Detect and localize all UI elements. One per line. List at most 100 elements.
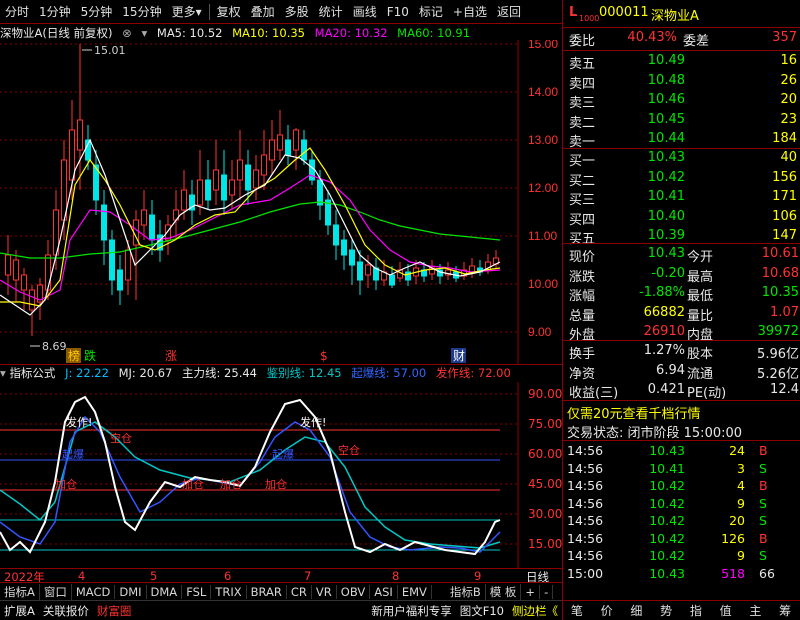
mark-button[interactable]: 标记 bbox=[414, 0, 448, 24]
promo-row[interactable]: 仅需20元查看千档行情 bbox=[563, 402, 800, 422]
tab-fsl[interactable]: FSL bbox=[182, 584, 212, 599]
tab-1min[interactable]: 1分钟 bbox=[34, 0, 76, 24]
bid-row[interactable]: 买三 10.41 171 bbox=[563, 188, 800, 208]
stat-value: 39972 bbox=[757, 324, 799, 339]
ask-row[interactable]: 卖二 10.45 23 bbox=[563, 111, 800, 131]
ma10-label: MA10: 10.35 bbox=[232, 26, 305, 40]
ask-row[interactable]: 卖五 10.49 16 bbox=[563, 52, 800, 72]
ask-price: 10.46 bbox=[647, 92, 685, 107]
bid-row[interactable]: 买二 10.42 156 bbox=[563, 169, 800, 189]
add-tab-button[interactable]: + bbox=[521, 584, 541, 599]
bid-row[interactable]: 买四 10.40 106 bbox=[563, 208, 800, 228]
remove-tab-button[interactable]: - bbox=[540, 584, 554, 599]
tick-time: 14:56 bbox=[567, 443, 604, 458]
indicator-name[interactable]: 指标公式 bbox=[9, 366, 55, 380]
tab-indicator-a[interactable]: 指标A bbox=[0, 583, 40, 600]
signal-add: 加仓 bbox=[220, 477, 242, 491]
bid-row[interactable]: 买一 10.43 40 bbox=[563, 149, 800, 169]
candle-body bbox=[13, 259, 19, 281]
tab-macd[interactable]: MACD bbox=[72, 584, 116, 599]
bid-label: 买一 bbox=[569, 154, 596, 169]
tab-dmi[interactable]: DMI bbox=[115, 584, 147, 599]
tab-vr[interactable]: VR bbox=[312, 584, 337, 599]
stat-value: 5.26亿 bbox=[757, 366, 799, 382]
back-button[interactable]: 返回 bbox=[492, 0, 526, 24]
stat-row: 总量 66882 量比 1.07 bbox=[563, 304, 800, 324]
tab-15min[interactable]: 15分钟 bbox=[117, 0, 166, 24]
candle-body bbox=[109, 239, 115, 281]
tick-price: 10.42 bbox=[649, 530, 685, 546]
tab-value[interactable]: 值 bbox=[711, 601, 741, 620]
tab-detail[interactable]: 细 bbox=[622, 601, 652, 620]
status-wealth-circle[interactable]: 财富圈 bbox=[93, 603, 136, 619]
date-tick: 7 bbox=[304, 569, 312, 583]
candle-body bbox=[205, 179, 211, 201]
sidebar-toggle[interactable]: 侧边栏《 bbox=[508, 603, 562, 619]
statistics-button[interactable]: 统计 bbox=[314, 0, 348, 24]
tab-obv[interactable]: OBV bbox=[337, 584, 371, 599]
promo-text[interactable]: 仅需20元查看千档行情 bbox=[567, 403, 701, 422]
tab-indicator-b[interactable]: 指标B bbox=[446, 583, 486, 600]
f10-button[interactable]: F10 bbox=[382, 0, 414, 24]
ask-row[interactable]: 卖一 10.44 184 bbox=[563, 130, 800, 150]
event-tag-list[interactable]: 榜 bbox=[68, 348, 80, 363]
stat-row: 净资 6.94 流通 5.26亿 bbox=[563, 362, 800, 382]
candle-body bbox=[253, 169, 259, 189]
tab-trades[interactable]: 笔 bbox=[562, 601, 592, 620]
tab-index[interactable]: 指 bbox=[681, 601, 711, 620]
price-chart[interactable]: 15.00 14.00 13.00 12.00 11.00 10.00 9.00… bbox=[0, 40, 562, 364]
ask-row[interactable]: 卖四 10.48 26 bbox=[563, 72, 800, 92]
add-watchlist-button[interactable]: +自选 bbox=[448, 0, 492, 24]
ask-row[interactable]: 卖三 10.46 20 bbox=[563, 91, 800, 111]
tab-emv[interactable]: EMV bbox=[398, 584, 432, 599]
chevron-down-icon[interactable]: ▾ bbox=[0, 366, 6, 380]
stat-label: 换手 bbox=[569, 347, 596, 362]
ma60-line bbox=[0, 201, 501, 259]
tab-main[interactable]: 主 bbox=[741, 601, 771, 620]
multi-stock-button[interactable]: 多股 bbox=[280, 0, 314, 24]
chevron-down-icon[interactable]: ▾ bbox=[141, 26, 147, 40]
event-tag-dollar[interactable]: $ bbox=[320, 349, 328, 363]
tab-template[interactable]: 模 板 bbox=[486, 583, 522, 600]
tick-price: 10.41 bbox=[649, 460, 685, 476]
tab-trix[interactable]: TRIX bbox=[211, 584, 247, 599]
tab-brar[interactable]: BRAR bbox=[247, 584, 287, 599]
status-expand[interactable]: 扩展A bbox=[0, 603, 39, 619]
status-bar: 扩展A 关联报价 财富圈 新用户福利专享 图文F10 侧边栏《 bbox=[0, 600, 562, 620]
stat-row: 收益(三) 0.421 PE(动) 12.4 bbox=[563, 381, 800, 401]
tab-window[interactable]: 窗口 bbox=[40, 583, 72, 600]
wecha-label: 委差 bbox=[683, 34, 710, 49]
event-tag-finance[interactable]: 财 bbox=[453, 349, 465, 363]
bid-price: 10.42 bbox=[647, 169, 685, 185]
event-tag-fall[interactable]: 跌 bbox=[84, 348, 96, 363]
candle-body bbox=[357, 261, 363, 281]
candle-body bbox=[269, 139, 275, 161]
ma20-line bbox=[0, 174, 501, 301]
tab-cr[interactable]: CR bbox=[287, 584, 312, 599]
status-related-quote[interactable]: 关联报价 bbox=[39, 603, 93, 619]
draw-line-button[interactable]: 画线 bbox=[348, 0, 382, 24]
more-menu[interactable]: 更多▾ bbox=[167, 0, 207, 24]
f10-graphic-link[interactable]: 图文F10 bbox=[456, 603, 508, 619]
overlay-button[interactable]: 叠加 bbox=[246, 0, 280, 24]
tab-trend[interactable]: 势 bbox=[651, 601, 681, 620]
indicator-chart[interactable]: 90.00 75.00 60.00 45.00 30.00 15.00 发作! … bbox=[0, 382, 562, 568]
divider bbox=[563, 440, 800, 441]
tab-asi[interactable]: ASI bbox=[370, 584, 398, 599]
candle-body bbox=[365, 264, 371, 276]
tab-5min[interactable]: 5分钟 bbox=[76, 0, 118, 24]
tab-chips[interactable]: 筹 bbox=[770, 601, 800, 620]
stat-value: 6.94 bbox=[656, 362, 685, 378]
close-icon[interactable]: ⊗ bbox=[122, 26, 132, 40]
candle-body bbox=[21, 274, 27, 291]
tab-price[interactable]: 价 bbox=[592, 601, 622, 620]
tab-dma[interactable]: DMA bbox=[147, 584, 183, 599]
bid-price: 10.39 bbox=[647, 228, 685, 243]
restore-rights-button[interactable]: 复权 bbox=[212, 0, 246, 24]
event-tag-rise[interactable]: 涨 bbox=[165, 348, 177, 363]
date-tick: 5 bbox=[150, 569, 158, 583]
bid-price: 10.41 bbox=[647, 189, 685, 204]
tab-intraday[interactable]: 分时 bbox=[0, 0, 34, 24]
tick-price: 10.42 bbox=[649, 495, 685, 511]
promo-new-user[interactable]: 新用户福利专享 bbox=[367, 603, 456, 619]
